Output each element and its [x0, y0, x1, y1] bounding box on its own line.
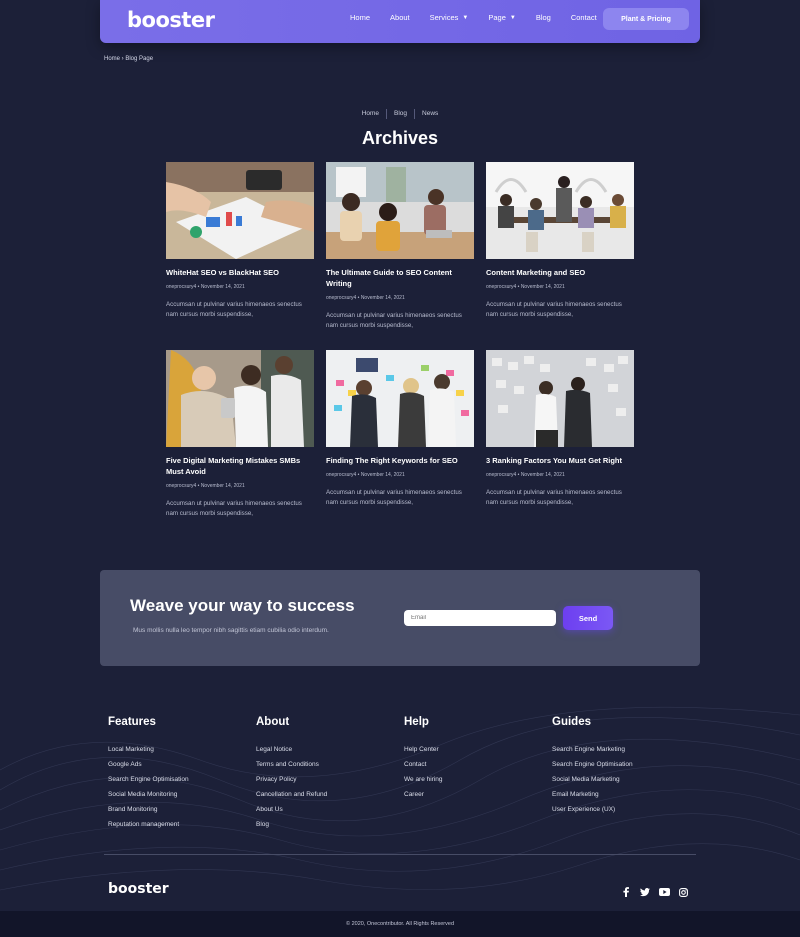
nav-label: Contact [570, 13, 597, 22]
post-image[interactable] [486, 162, 634, 259]
chevron-down-icon: ▼ [509, 14, 516, 21]
nav-label: About [390, 13, 410, 22]
copyright-text: © 2020, Onecontributor. All Rights Reser… [346, 921, 454, 927]
footer-link[interactable]: Contact [404, 761, 443, 776]
logo[interactable]: booster [127, 8, 215, 32]
breadcrumb: Home Blog News [0, 109, 800, 119]
post-meta: oneprocsury4 • November 14, 2021 [166, 483, 245, 489]
footer-column-help: Help Help Center Contact We are hiring C… [404, 716, 443, 806]
post-meta: oneprocsury4 • November 14, 2021 [166, 284, 245, 290]
post-image[interactable] [326, 162, 474, 259]
footer-link[interactable]: Career [404, 791, 443, 806]
post-card[interactable]: WhiteHat SEO vs BlackHat SEO oneprocsury… [166, 162, 314, 319]
footer-column-guides: Guides Search Engine Marketing Search En… [552, 716, 633, 821]
pricing-button[interactable]: Plant & Pricing [603, 8, 689, 30]
footer-link[interactable]: Search Engine Optimisation [108, 776, 189, 791]
footer-divider [104, 854, 696, 855]
nav-home[interactable]: Home [350, 13, 370, 22]
footer-link[interactable]: Google Ads [108, 761, 189, 776]
post-meta: oneprocsury4 • November 14, 2021 [486, 284, 565, 290]
page-title: Archives [361, 128, 439, 148]
footer-heading: Features [108, 716, 156, 728]
post-title[interactable]: Five Digital Marketing Mistakes SMBs Mus… [166, 455, 314, 477]
footer-heading: Guides [552, 716, 591, 728]
breadcrumb-blog[interactable]: Blog [387, 110, 414, 119]
main-nav: Home About Services ▼ Page ▼ Blog Contact [350, 13, 617, 22]
post-excerpt: Accumsan ut pulvinar varius himenaeos se… [166, 500, 302, 517]
post-card[interactable]: Content Marketing and SEO oneprocsury4 •… [486, 162, 634, 319]
post-title[interactable]: WhiteHat SEO vs BlackHat SEO [166, 267, 314, 278]
send-button[interactable]: Send [563, 606, 613, 630]
footer-link[interactable]: Social Media Marketing [552, 776, 633, 791]
breadcrumb-home[interactable]: Home [355, 110, 386, 119]
post-excerpt: Accumsan ut pulvinar varius himenaeos se… [326, 489, 462, 506]
post-card[interactable]: 3 Ranking Factors You Must Get Right one… [486, 350, 634, 507]
post-excerpt: Accumsan ut pulvinar varius himenaeos se… [486, 489, 622, 506]
footer-link[interactable]: Reputation management [108, 821, 189, 836]
nav-label: Page [488, 13, 506, 22]
footer-column-features: Features Local Marketing Google Ads Sear… [108, 716, 189, 836]
newsletter-subtext: Mus mollis nulla leo tempor nibh sagitti… [133, 627, 329, 634]
footer-logo[interactable]: booster [108, 881, 169, 897]
site-header: booster Home About Services ▼ Page ▼ Blog … [100, 0, 700, 43]
post-title[interactable]: Finding The Right Keywords for SEO [326, 455, 474, 466]
footer-column-about: About Legal Notice Terms and Conditions … [256, 716, 327, 836]
footer-heading: Help [404, 716, 429, 728]
email-field[interactable] [404, 610, 556, 626]
nav-contact[interactable]: Contact [571, 13, 597, 22]
twitter-icon[interactable] [639, 886, 651, 898]
footer-link[interactable]: Search Engine Optimisation [552, 761, 633, 776]
nav-page[interactable]: Page ▼ [488, 13, 515, 22]
nav-about[interactable]: About [390, 13, 410, 22]
post-title[interactable]: The Ultimate Guide to SEO Content Writin… [326, 267, 474, 289]
newsletter-heading: Weave your way to success [130, 596, 355, 615]
post-card[interactable]: Finding The Right Keywords for SEO onepr… [326, 350, 474, 507]
breadcrumb-news[interactable]: News [415, 110, 445, 119]
footer-link[interactable]: About Us [256, 806, 327, 821]
footer-link[interactable]: Legal Notice [256, 746, 327, 761]
footer-link[interactable]: Privacy Policy [256, 776, 327, 791]
post-excerpt: Accumsan ut pulvinar varius himenaeos se… [486, 301, 622, 318]
footer-link[interactable]: We are hiring [404, 776, 443, 791]
post-excerpt: Accumsan ut pulvinar varius himenaeos se… [326, 312, 462, 329]
instagram-icon[interactable] [677, 886, 689, 898]
chevron-down-icon: ▼ [462, 14, 469, 21]
post-meta: oneprocsury4 • November 14, 2021 [326, 295, 405, 301]
footer-link[interactable]: Brand Monitoring [108, 806, 189, 821]
footer-link[interactable]: Social Media Monitoring [108, 791, 189, 806]
nav-label: Blog [535, 13, 551, 22]
post-title[interactable]: Content Marketing and SEO [486, 267, 634, 278]
nav-blog[interactable]: Blog [536, 13, 551, 22]
post-excerpt: Accumsan ut pulvinar varius himenaeos se… [166, 301, 302, 318]
post-card[interactable]: The Ultimate Guide to SEO Content Writin… [326, 162, 474, 330]
footer-link[interactable]: Cancellation and Refund [256, 791, 327, 806]
post-image[interactable] [166, 350, 314, 447]
post-image[interactable] [166, 162, 314, 259]
footer-link[interactable]: Email Marketing [552, 791, 633, 806]
footer-link[interactable]: Help Center [404, 746, 443, 761]
footer-heading: About [256, 716, 290, 728]
footer-link[interactable]: Blog [256, 821, 327, 836]
nav-services[interactable]: Services ▼ [430, 13, 469, 22]
nav-label: Home [350, 13, 371, 22]
social-links [620, 886, 696, 898]
facebook-icon[interactable] [620, 886, 632, 898]
youtube-icon[interactable] [658, 886, 670, 898]
post-title[interactable]: 3 Ranking Factors You Must Get Right [486, 455, 634, 466]
footer-link[interactable]: Local Marketing [108, 746, 189, 761]
newsletter-panel: Weave your way to success Mus mollis nul… [100, 570, 700, 666]
footer-link[interactable]: Terms and Conditions [256, 761, 327, 776]
page-breadcrumb: Home › Blog Page [104, 56, 154, 62]
post-meta: oneprocsury4 • November 14, 2021 [326, 472, 405, 478]
footer-link[interactable]: Search Engine Marketing [552, 746, 633, 761]
post-image[interactable] [486, 350, 634, 447]
footer-link[interactable]: User Experience (UX) [552, 806, 633, 821]
nav-label: Services [429, 13, 459, 22]
post-image[interactable] [326, 350, 474, 447]
post-card[interactable]: Five Digital Marketing Mistakes SMBs Mus… [166, 350, 314, 518]
post-meta: oneprocsury4 • November 14, 2021 [486, 472, 565, 478]
